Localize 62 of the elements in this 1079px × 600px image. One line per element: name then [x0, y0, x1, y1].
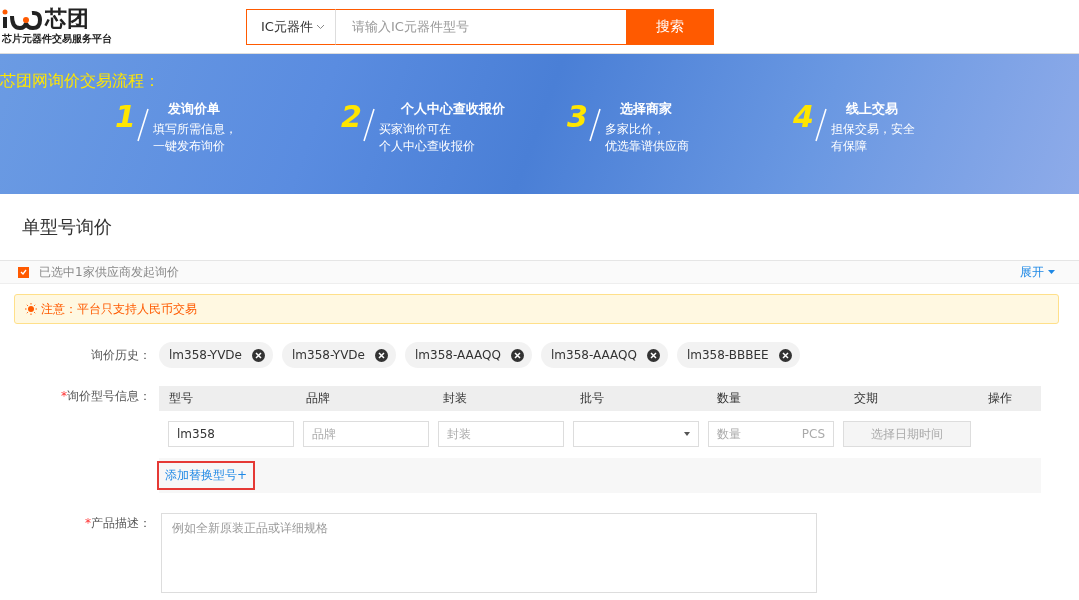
- logo-subtitle: 芯片元器件交易服务平台: [2, 32, 113, 46]
- step-title: 选择商家: [620, 100, 673, 118]
- column-header: 批号: [580, 390, 605, 407]
- step-number: 3: [567, 100, 588, 134]
- description-label: *产品描述：: [84, 515, 152, 532]
- slash-icon: [588, 108, 601, 142]
- history-tag[interactable]: lm358-YVDe: [282, 342, 396, 368]
- history-tag[interactable]: lm358-AAAQQ: [405, 342, 532, 368]
- step-number: 4: [793, 100, 814, 134]
- slash-icon: [814, 108, 827, 142]
- history-tag[interactable]: lm358-BBBEE: [676, 342, 800, 368]
- supplier-text: 已选中1家供应商发起询价: [39, 263, 180, 281]
- slash-icon: [136, 108, 149, 142]
- close-icon[interactable]: [510, 348, 524, 362]
- checkbox[interactable]: [18, 266, 29, 278]
- step-description: 一键发布询价: [153, 138, 226, 155]
- unit-label: PCS: [801, 427, 825, 441]
- brand-field[interactable]: 品牌: [303, 421, 429, 447]
- history-tag[interactable]: lm358-AAAQQ: [540, 342, 668, 368]
- column-header: 封装: [443, 390, 468, 407]
- step-title: 个人中心查收报价: [401, 100, 505, 118]
- step-title: 线上交易: [846, 100, 899, 118]
- column-header: 交期: [854, 390, 879, 407]
- close-icon[interactable]: [646, 348, 660, 362]
- step-description: 买家询价可在: [379, 121, 452, 138]
- required-mark: *: [61, 389, 67, 403]
- column-header: 品牌: [306, 390, 331, 407]
- caret-icon: [1048, 270, 1055, 274]
- step-description: 担保交易，安全: [831, 121, 915, 138]
- column-header: 数量: [717, 390, 742, 407]
- history-label: 询价历史：: [90, 346, 152, 364]
- step-title: 发询价单: [168, 100, 221, 118]
- column-header: 操作: [988, 390, 1012, 407]
- close-icon[interactable]: [778, 348, 792, 362]
- bulb-icon: [25, 303, 37, 315]
- step-number: 2: [341, 100, 362, 134]
- close-icon[interactable]: [375, 348, 388, 362]
- model-info-label: *询价型号信息：: [60, 388, 152, 405]
- step-description: 有保障: [831, 138, 868, 155]
- step-number: 1: [115, 100, 136, 134]
- add-alternative-link[interactable]: 添加替换型号+: [157, 461, 256, 490]
- banner-title: 芯团网询价交易流程：: [0, 70, 161, 92]
- package-field[interactable]: 封装: [438, 421, 564, 447]
- step-description: 优选靠谱供应商: [605, 138, 689, 155]
- logo-mark-icon: [2, 8, 42, 30]
- close-icon[interactable]: [252, 348, 265, 362]
- column-header: 型号: [169, 390, 194, 407]
- description-field[interactable]: 例如全新原装正品或详细规格: [161, 513, 817, 593]
- slash-icon: [362, 108, 375, 142]
- notice-text: 注意：平台只支持人民币交易: [41, 300, 197, 318]
- step-description: 多家比价，: [605, 121, 666, 138]
- required-mark: *: [85, 516, 91, 530]
- history-tag[interactable]: lm358-YVDe: [159, 342, 273, 368]
- search-field[interactable]: 请输入IC元器件型号: [334, 8, 626, 45]
- category-dropdown[interactable]: IC元器件: [246, 8, 335, 45]
- step-description: 个人中心查收报价: [379, 138, 476, 155]
- caret-icon: [684, 432, 690, 436]
- chevron-down-icon: [315, 23, 325, 30]
- model-field[interactable]: lm358: [168, 421, 294, 447]
- logo-text: 芯团: [45, 7, 89, 31]
- expand-button[interactable]: 展开: [1020, 263, 1061, 281]
- step-description: 填写所需信息，: [153, 121, 237, 138]
